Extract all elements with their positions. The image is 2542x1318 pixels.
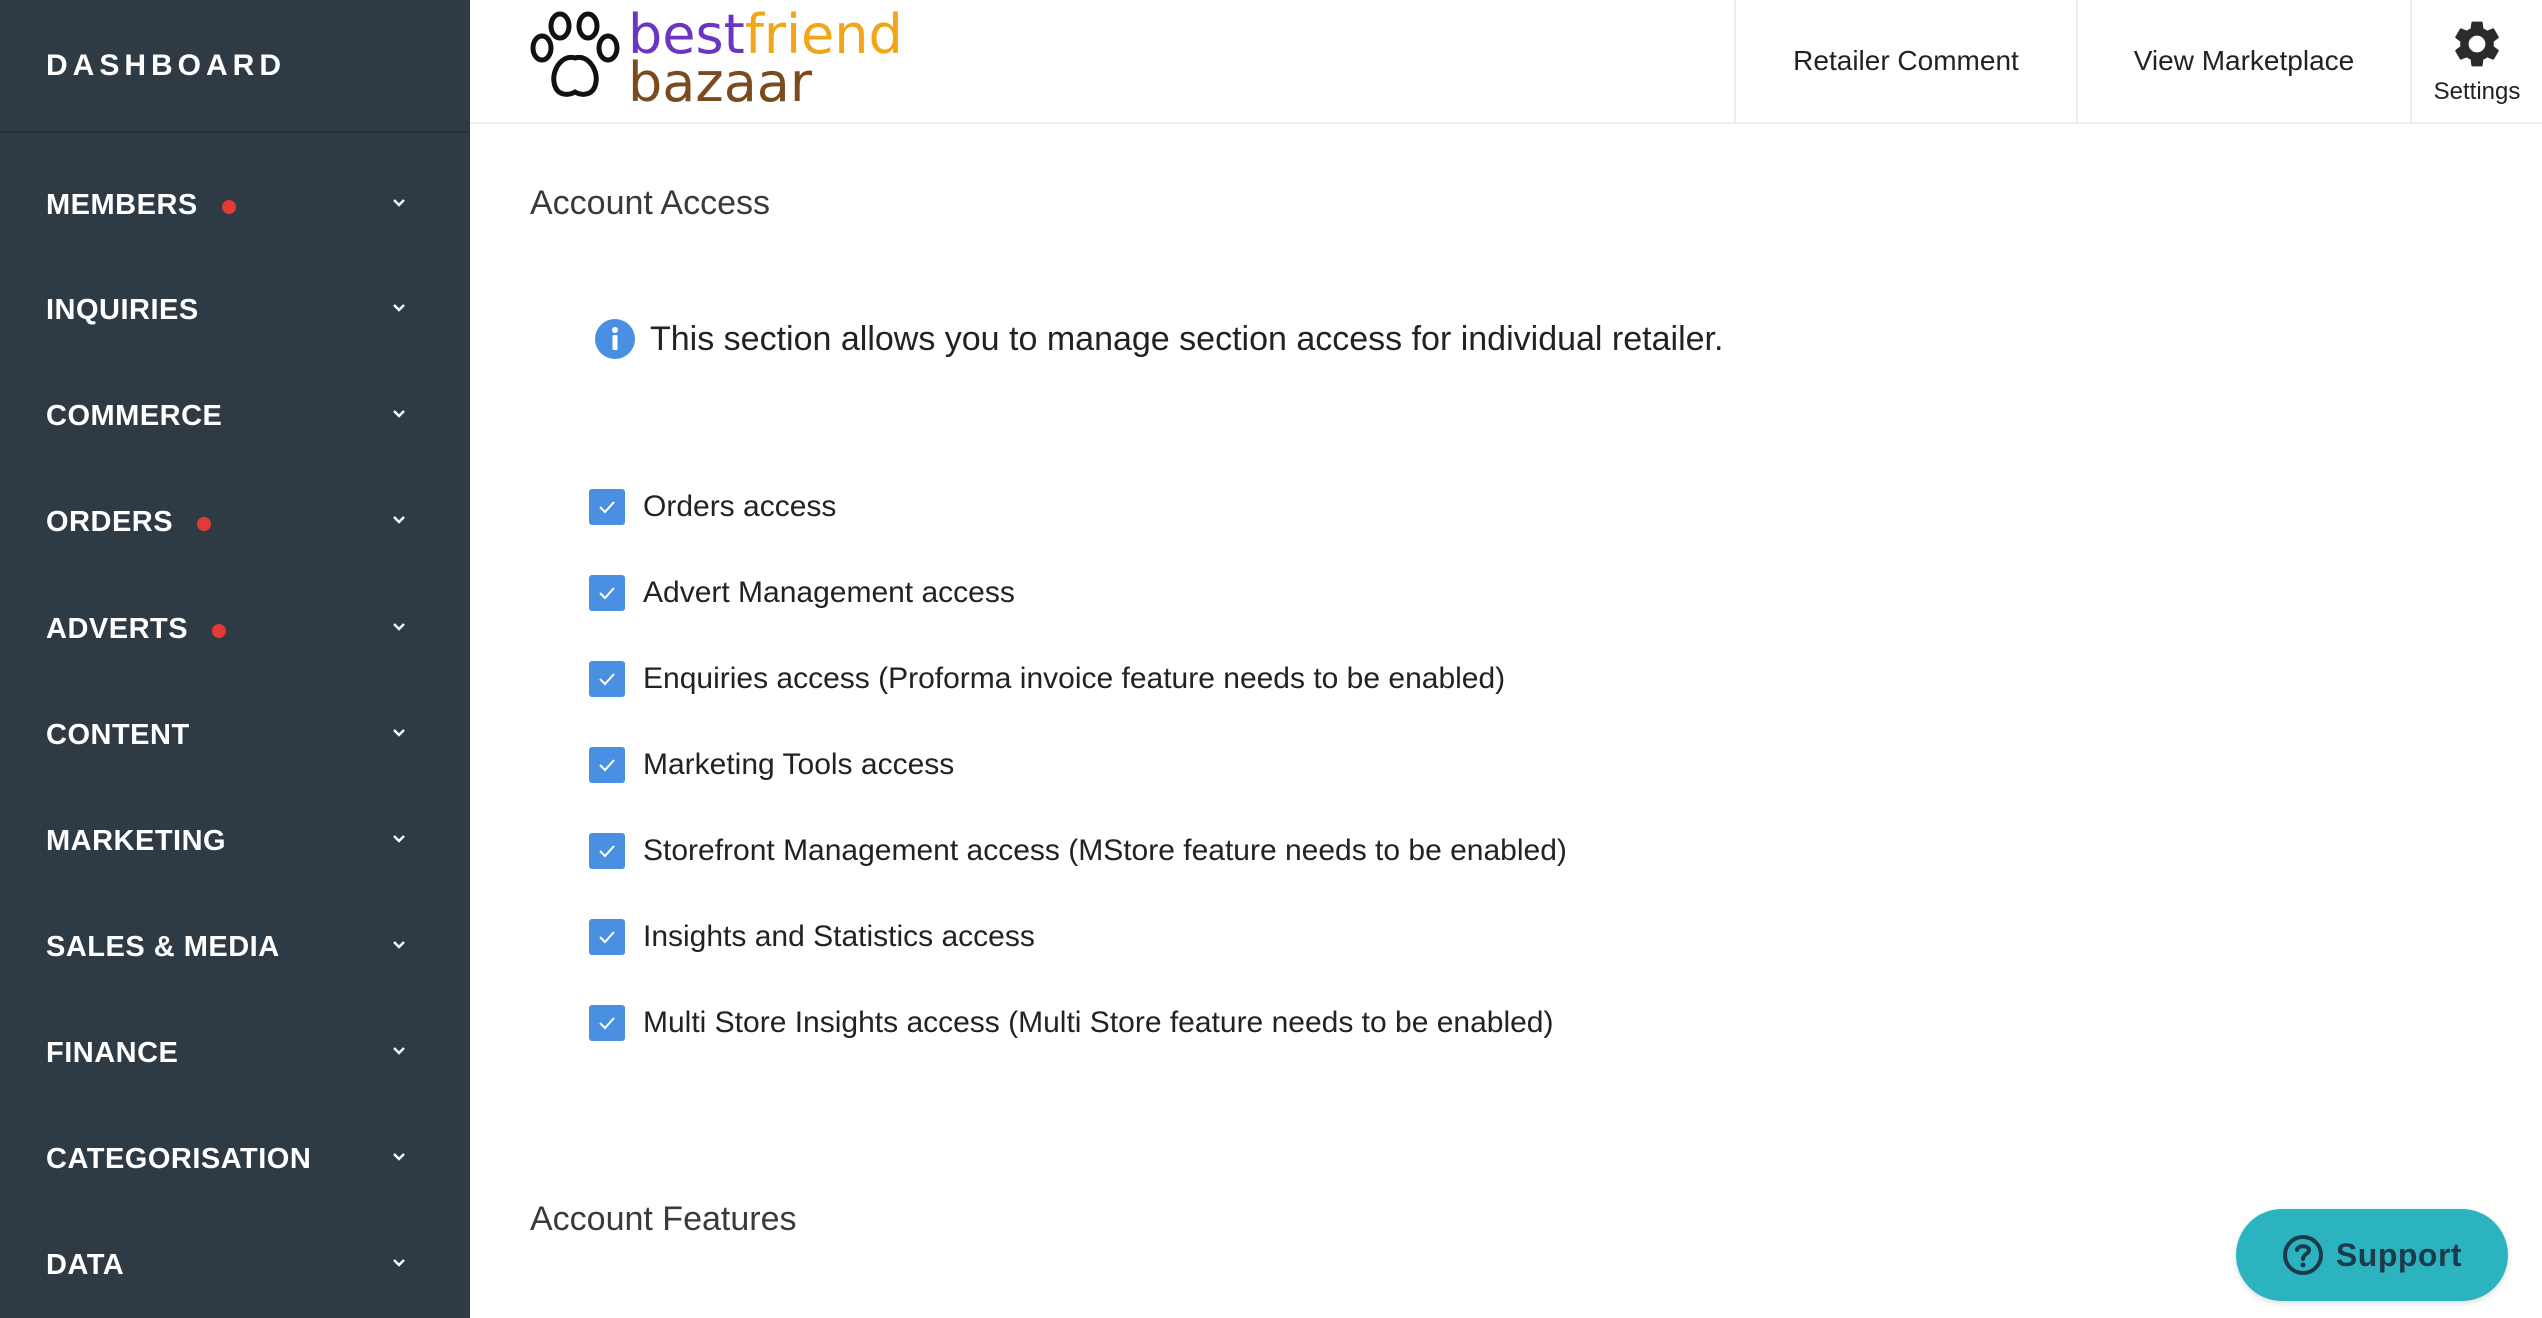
marketing-tools-access-checkbox[interactable] (589, 747, 625, 783)
insights-statistics-access-option[interactable]: Insights and Statistics access (589, 919, 1035, 955)
chevron-down-icon (392, 195, 406, 209)
checkbox-label: Orders access (643, 490, 837, 523)
info-message: This section allows you to manage sectio… (594, 318, 1723, 360)
chevron-down-icon (392, 512, 406, 526)
check-icon (599, 759, 615, 772)
sidebar-item-label: FINANCE (46, 1036, 179, 1069)
chevron-down-icon (392, 1255, 406, 1269)
sidebar-item-sales-media[interactable]: SALES & MEDIA (0, 902, 470, 992)
chevron-down-icon (392, 1149, 406, 1163)
storefront-management-access-checkbox[interactable] (589, 833, 625, 869)
check-icon (599, 501, 615, 514)
sidebar-item-label: CONTENT (46, 718, 190, 751)
notification-dot (221, 199, 236, 214)
chevron-down-icon (392, 831, 406, 845)
notification-dot (212, 623, 227, 638)
retailer-comment-link[interactable]: Retailer Comment (1734, 0, 2076, 122)
sidebar-item-members[interactable]: MEMBERS (0, 160, 470, 250)
sidebar-item-inquiries[interactable]: INQUIRIES (0, 265, 470, 355)
multi-store-insights-access-option[interactable]: Multi Store Insights access (Multi Store… (589, 1005, 1553, 1041)
account-features-heading: Account Features (530, 1200, 797, 1238)
multi-store-insights-access-checkbox[interactable] (589, 1005, 625, 1041)
brand-logo[interactable]: bestfriend bazaar (528, 6, 948, 112)
checkbox-label: Marketing Tools access (643, 748, 955, 781)
view-marketplace-link[interactable]: View Marketplace (2076, 0, 2410, 122)
orders-access-option[interactable]: Orders access (589, 489, 836, 525)
sidebar-item-content[interactable]: CONTENT (0, 690, 470, 780)
enquiries-access-checkbox[interactable] (589, 661, 625, 697)
sidebar-item-orders[interactable]: ORDERS (0, 477, 470, 567)
logo-wordmark-bottom: bazaar (628, 51, 813, 114)
sidebar-item-label: ADVERTS (46, 612, 189, 645)
sidebar-item-label: INQUIRIES (46, 293, 199, 326)
check-icon (599, 1017, 615, 1030)
sidebar-item-finance[interactable]: FINANCE (0, 1008, 470, 1098)
help-icon (2282, 1235, 2323, 1275)
check-icon (599, 931, 615, 944)
check-icon (599, 587, 615, 600)
settings-button[interactable]: Settings (2410, 0, 2542, 122)
sidebar-item-label: DATA (46, 1248, 125, 1281)
chevron-down-icon (392, 725, 406, 739)
sidebar-item-label: ORDERS (46, 505, 174, 538)
checkbox-label: Enquiries access (Proforma invoice featu… (643, 662, 1506, 695)
insights-statistics-access-checkbox[interactable] (589, 919, 625, 955)
sidebar-header[interactable]: DASHBOARD (0, 0, 470, 133)
checkbox-label: Multi Store Insights access (Multi Store… (643, 1006, 1554, 1039)
support-button[interactable]: Support (2236, 1209, 2508, 1301)
support-label: Support (2335, 1236, 2463, 1273)
checkbox-label: Advert Management access (643, 576, 1015, 609)
dashboard-title[interactable]: DASHBOARD (46, 49, 286, 83)
advert-management-access-checkbox[interactable] (589, 575, 625, 611)
info-text: This section allows you to manage sectio… (650, 319, 1724, 358)
checkbox-label: Storefront Management access (MStore fea… (643, 834, 1567, 867)
sidebar-item-categorisation[interactable]: CATEGORISATION (0, 1114, 470, 1204)
sidebar-item-data[interactable]: DATA (0, 1220, 470, 1310)
gear-icon (2455, 21, 2499, 67)
chevron-down-icon (392, 1043, 406, 1057)
check-icon (599, 673, 615, 686)
account-access-heading: Account Access (530, 184, 771, 222)
sidebar-item-commerce[interactable]: COMMERCE (0, 371, 470, 461)
chevron-down-icon (392, 406, 406, 420)
chevron-down-icon (392, 300, 406, 314)
sidebar-item-adverts[interactable]: ADVERTS (0, 584, 470, 674)
sidebar-item-marketing[interactable]: MARKETING (0, 796, 470, 886)
sidebar-item-label: SALES & MEDIA (46, 930, 280, 963)
paw-icon (530, 11, 620, 97)
checkbox-label: Insights and Statistics access (643, 920, 1035, 953)
sidebar: DASHBOARD MEMBERS INQUIRIES COMMERCE ORD… (0, 0, 470, 1318)
settings-label: Settings (2433, 78, 2521, 105)
storefront-management-access-option[interactable]: Storefront Management access (MStore fea… (589, 833, 1567, 869)
advert-management-access-option[interactable]: Advert Management access (589, 575, 1015, 611)
info-icon (595, 319, 635, 359)
sidebar-item-label: MARKETING (46, 824, 227, 857)
notification-dot (197, 516, 212, 531)
check-icon (599, 845, 615, 858)
chevron-down-icon (392, 937, 406, 951)
chevron-down-icon (392, 619, 406, 633)
sidebar-item-label: MEMBERS (46, 188, 198, 221)
topbar: bestfriend bazaar Retailer Comment View … (470, 0, 2542, 124)
sidebar-item-label: CATEGORISATION (46, 1142, 312, 1175)
orders-access-checkbox[interactable] (589, 489, 625, 525)
enquiries-access-option[interactable]: Enquiries access (Proforma invoice featu… (589, 661, 1505, 697)
sidebar-item-label: COMMERCE (46, 399, 223, 432)
marketing-tools-access-option[interactable]: Marketing Tools access (589, 747, 954, 783)
